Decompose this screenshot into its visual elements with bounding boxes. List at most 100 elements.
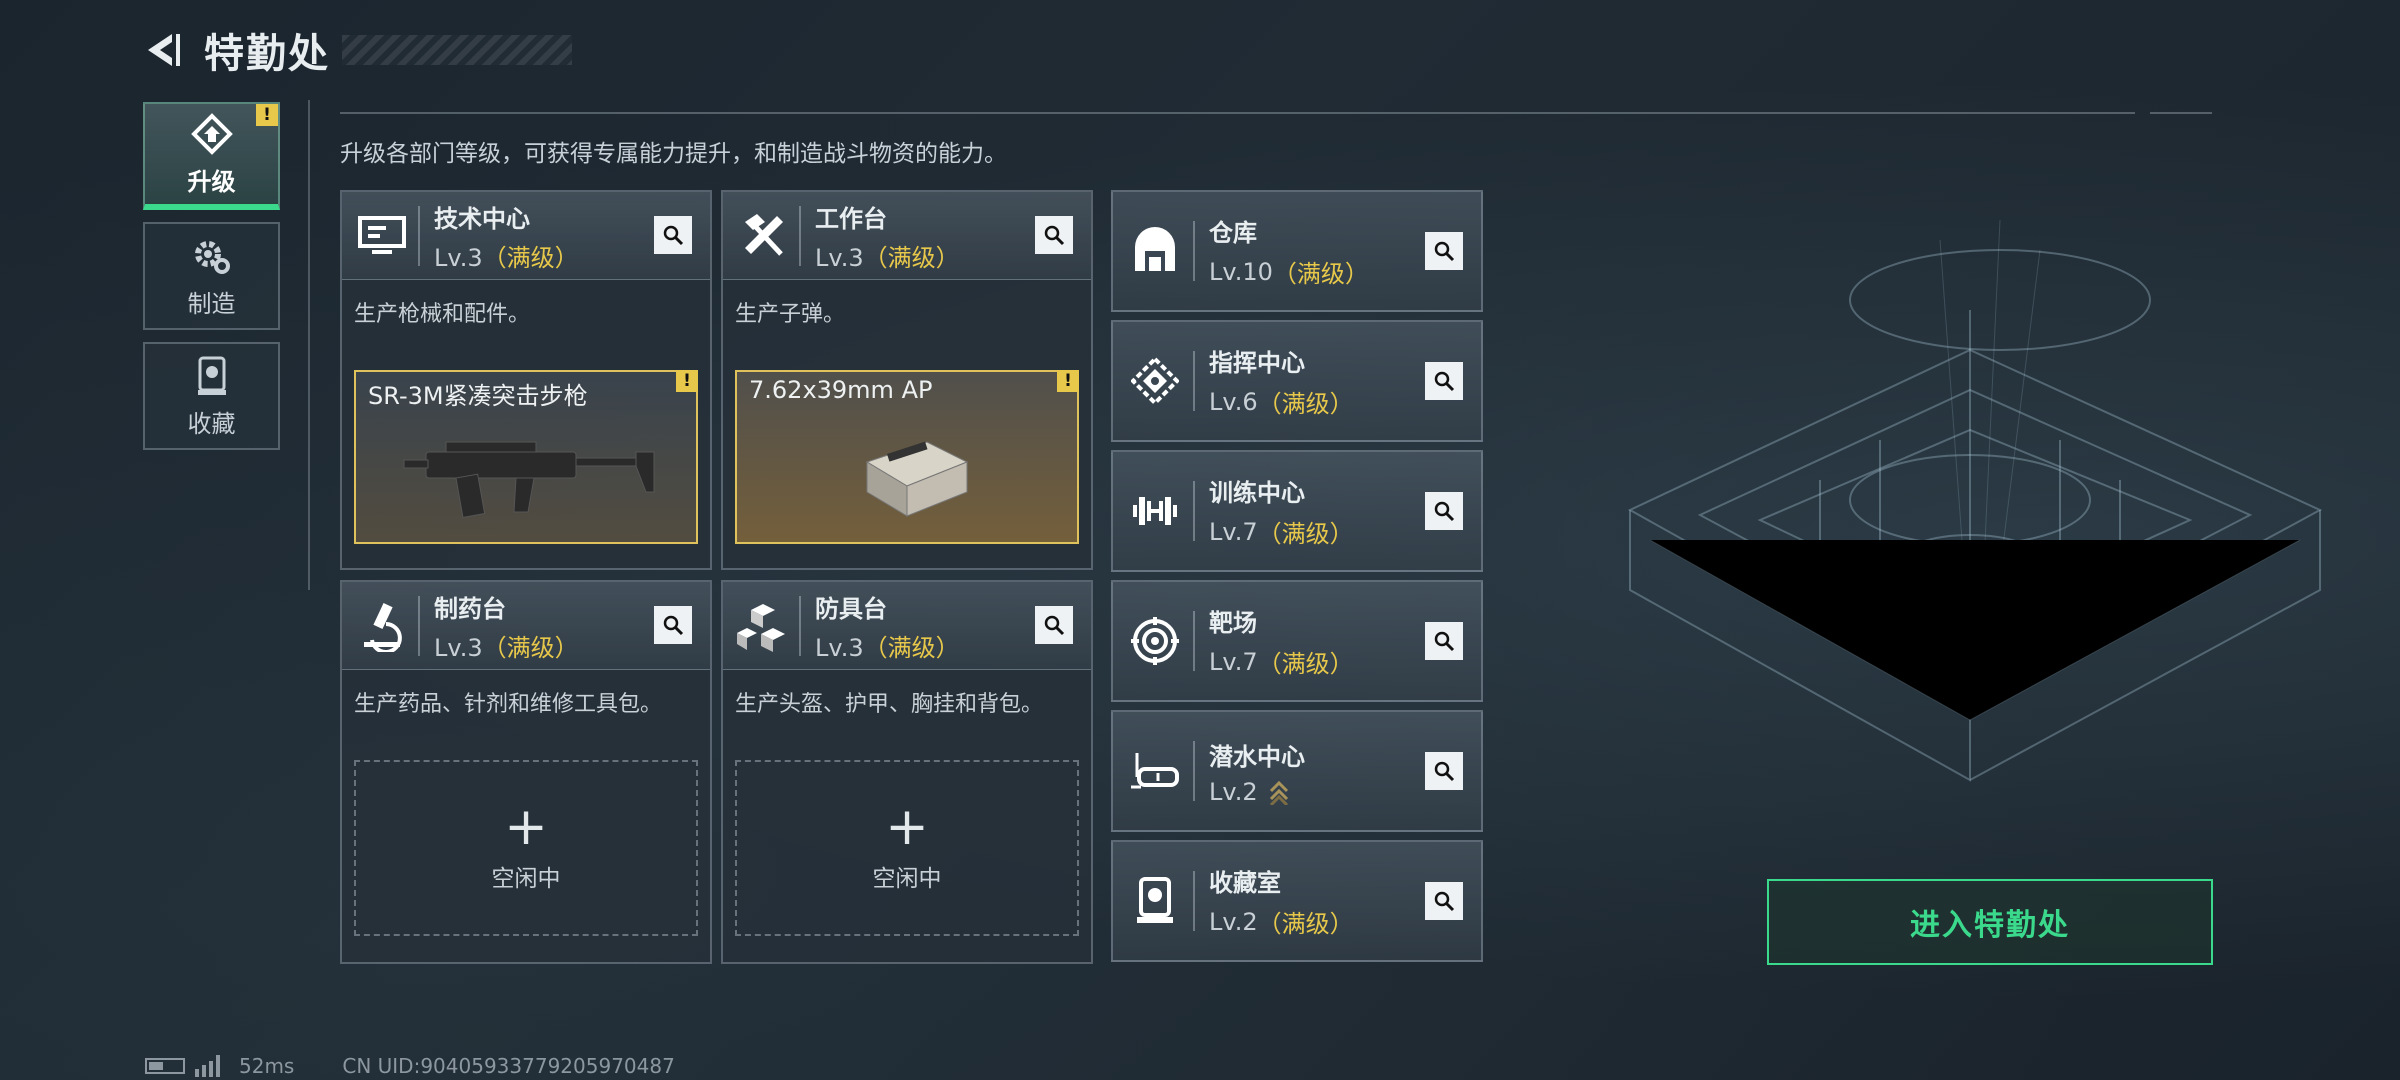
search-icon: [1044, 615, 1065, 636]
facility-description: 生产头盔、护甲、胸挂和背包。: [735, 692, 1044, 717]
uid-text: CN UID:90405933779205970487: [342, 1054, 675, 1078]
item-name: SR-3M紧凑突击步枪: [368, 382, 588, 410]
search-icon: [1434, 241, 1455, 262]
facility-name: 靶场: [1209, 609, 1257, 637]
tab-label: 收藏: [187, 409, 236, 438]
card-header: 工作台 Lv.3（满级）: [723, 192, 1091, 280]
facility-card-armor-bench[interactable]: 防具台 Lv.3（满级） 生产头盔、护甲、胸挂和背包。 + 空闲中: [721, 580, 1093, 964]
card-header: 制药台 Lv.3（满级）: [342, 582, 710, 670]
search-button[interactable]: [1035, 606, 1073, 644]
tools-icon: [735, 208, 791, 264]
facility-level: Lv.3（满级）: [434, 243, 579, 272]
divider: [340, 112, 2135, 114]
search-icon: [1434, 631, 1455, 652]
search-icon: [1434, 761, 1455, 782]
facility-level: Lv.3（满级）: [815, 243, 960, 272]
facility-card-command-center[interactable]: 指挥中心 Lv.6 （满级）: [1111, 320, 1483, 442]
back-arrow-icon[interactable]: [140, 28, 184, 72]
facility-name: 指挥中心: [1209, 349, 1305, 377]
status-bar: 52ms CN UID:90405933779205970487: [145, 1054, 675, 1078]
search-button[interactable]: [1425, 622, 1463, 660]
facility-card-shooting-range[interactable]: 靶场 Lv.7 （满级）: [1111, 580, 1483, 702]
search-icon: [1434, 371, 1455, 392]
target-icon: [1127, 613, 1183, 669]
tab-label: 制造: [187, 289, 236, 318]
tab-craft[interactable]: 制造: [143, 222, 280, 330]
production-slot-item[interactable]: 7.62x39mm AP !: [735, 370, 1079, 544]
gear-icon: [194, 240, 230, 274]
facility-level: Lv.6 （满级）: [1209, 387, 1354, 419]
plus-icon: +: [885, 797, 929, 857]
subtitle: 升级各部门等级，可获得专属能力提升，和制造战斗物资的能力。: [340, 141, 1007, 167]
trophy-case-icon: [197, 356, 226, 395]
facility-card-tech-center[interactable]: 技术中心 Lv.3（满级） 生产枪械和配件。 SR-3M紧凑突击步枪 !: [340, 190, 712, 570]
monitor-icon: [354, 208, 410, 264]
search-button[interactable]: [1425, 882, 1463, 920]
title-decoration: [342, 35, 572, 65]
tab-label: 升级: [187, 167, 236, 196]
dumbbell-icon: [1127, 483, 1183, 539]
warning-badge: !: [256, 104, 278, 126]
upgrade-icon: [190, 112, 233, 155]
side-tabs: ! 升级 制造 收藏: [143, 102, 280, 462]
facility-name: 防具台: [815, 594, 887, 623]
card-header: 技术中心 Lv.3（满级）: [342, 192, 710, 280]
search-button[interactable]: [654, 216, 692, 254]
facility-name: 制药台: [434, 594, 506, 623]
facility-level: Lv.7 （满级）: [1209, 517, 1354, 549]
rifle-image: [403, 441, 655, 518]
enter-button-label: 进入特勤处: [1910, 908, 2070, 943]
facility-name: 工作台: [815, 204, 887, 233]
facility-level: Lv.7 （满级）: [1209, 647, 1354, 679]
facility-name: 仓库: [1209, 219, 1257, 247]
warning-badge: !: [676, 370, 698, 392]
search-button[interactable]: [1425, 232, 1463, 270]
facility-level: Lv.2 （满级）: [1209, 907, 1354, 939]
facility-level: Lv.2: [1209, 778, 1305, 806]
facility-description: 生产药品、针剂和维修工具包。: [354, 692, 663, 717]
plus-icon: +: [504, 797, 548, 857]
armor-cubes-icon: [735, 598, 791, 654]
base-blueprint-illustration: [1627, 219, 2323, 782]
upgrade-arrows-icon: [1269, 780, 1288, 805]
warehouse-icon: [1127, 223, 1183, 279]
production-slot-empty[interactable]: + 空闲中: [735, 760, 1079, 936]
production-slot-item[interactable]: SR-3M紧凑突击步枪 !: [354, 370, 698, 544]
facility-name: 技术中心: [434, 204, 530, 233]
search-button[interactable]: [1425, 492, 1463, 530]
header: 特勤处: [140, 22, 572, 78]
facility-level: Lv.3（满级）: [434, 633, 579, 662]
facility-card-workbench[interactable]: 工作台 Lv.3（满级） 生产子弹。 7.62x39mm AP !: [721, 190, 1093, 570]
facility-card-diving-center[interactable]: 潜水中心 Lv.2: [1111, 710, 1483, 832]
search-button[interactable]: [1425, 752, 1463, 790]
facility-level: Lv.3（满级）: [815, 633, 960, 662]
facility-name: 训练中心: [1209, 479, 1305, 507]
facility-card-pharmacy[interactable]: 制药台 Lv.3（满级） 生产药品、针剂和维修工具包。 + 空闲中: [340, 580, 712, 964]
warning-badge: !: [1057, 370, 1079, 392]
ammo-box-image: [865, 441, 969, 517]
facility-card-warehouse[interactable]: 仓库 Lv.10 （满级）: [1111, 190, 1483, 312]
search-icon: [663, 225, 684, 246]
ping-value: 52ms: [239, 1054, 295, 1078]
search-button[interactable]: [1425, 362, 1463, 400]
search-button[interactable]: [1035, 216, 1073, 254]
card-header: 防具台 Lv.3（满级）: [723, 582, 1091, 670]
tab-upgrade[interactable]: ! 升级: [143, 102, 280, 210]
facility-level: Lv.10 （满级）: [1209, 257, 1369, 289]
facility-card-collection-room[interactable]: 收藏室 Lv.2 （满级）: [1111, 840, 1483, 962]
facility-description: 生产枪械和配件。: [354, 302, 531, 327]
tab-collection[interactable]: 收藏: [143, 342, 280, 450]
search-button[interactable]: [654, 606, 692, 644]
production-slot-empty[interactable]: + 空闲中: [354, 760, 698, 936]
facility-card-training-center[interactable]: 训练中心 Lv.7 （满级）: [1111, 450, 1483, 572]
idle-label: 空闲中: [491, 866, 561, 892]
idle-label: 空闲中: [872, 866, 942, 892]
facility-description: 生产子弹。: [735, 302, 846, 327]
enter-special-ops-button[interactable]: 进入特勤处: [1767, 879, 2213, 965]
search-icon: [1044, 225, 1065, 246]
battery-icon: [145, 1058, 185, 1074]
facility-name: 潜水中心: [1209, 742, 1305, 771]
search-icon: [663, 615, 684, 636]
divider: [308, 100, 310, 590]
collection-icon: [1127, 873, 1183, 929]
